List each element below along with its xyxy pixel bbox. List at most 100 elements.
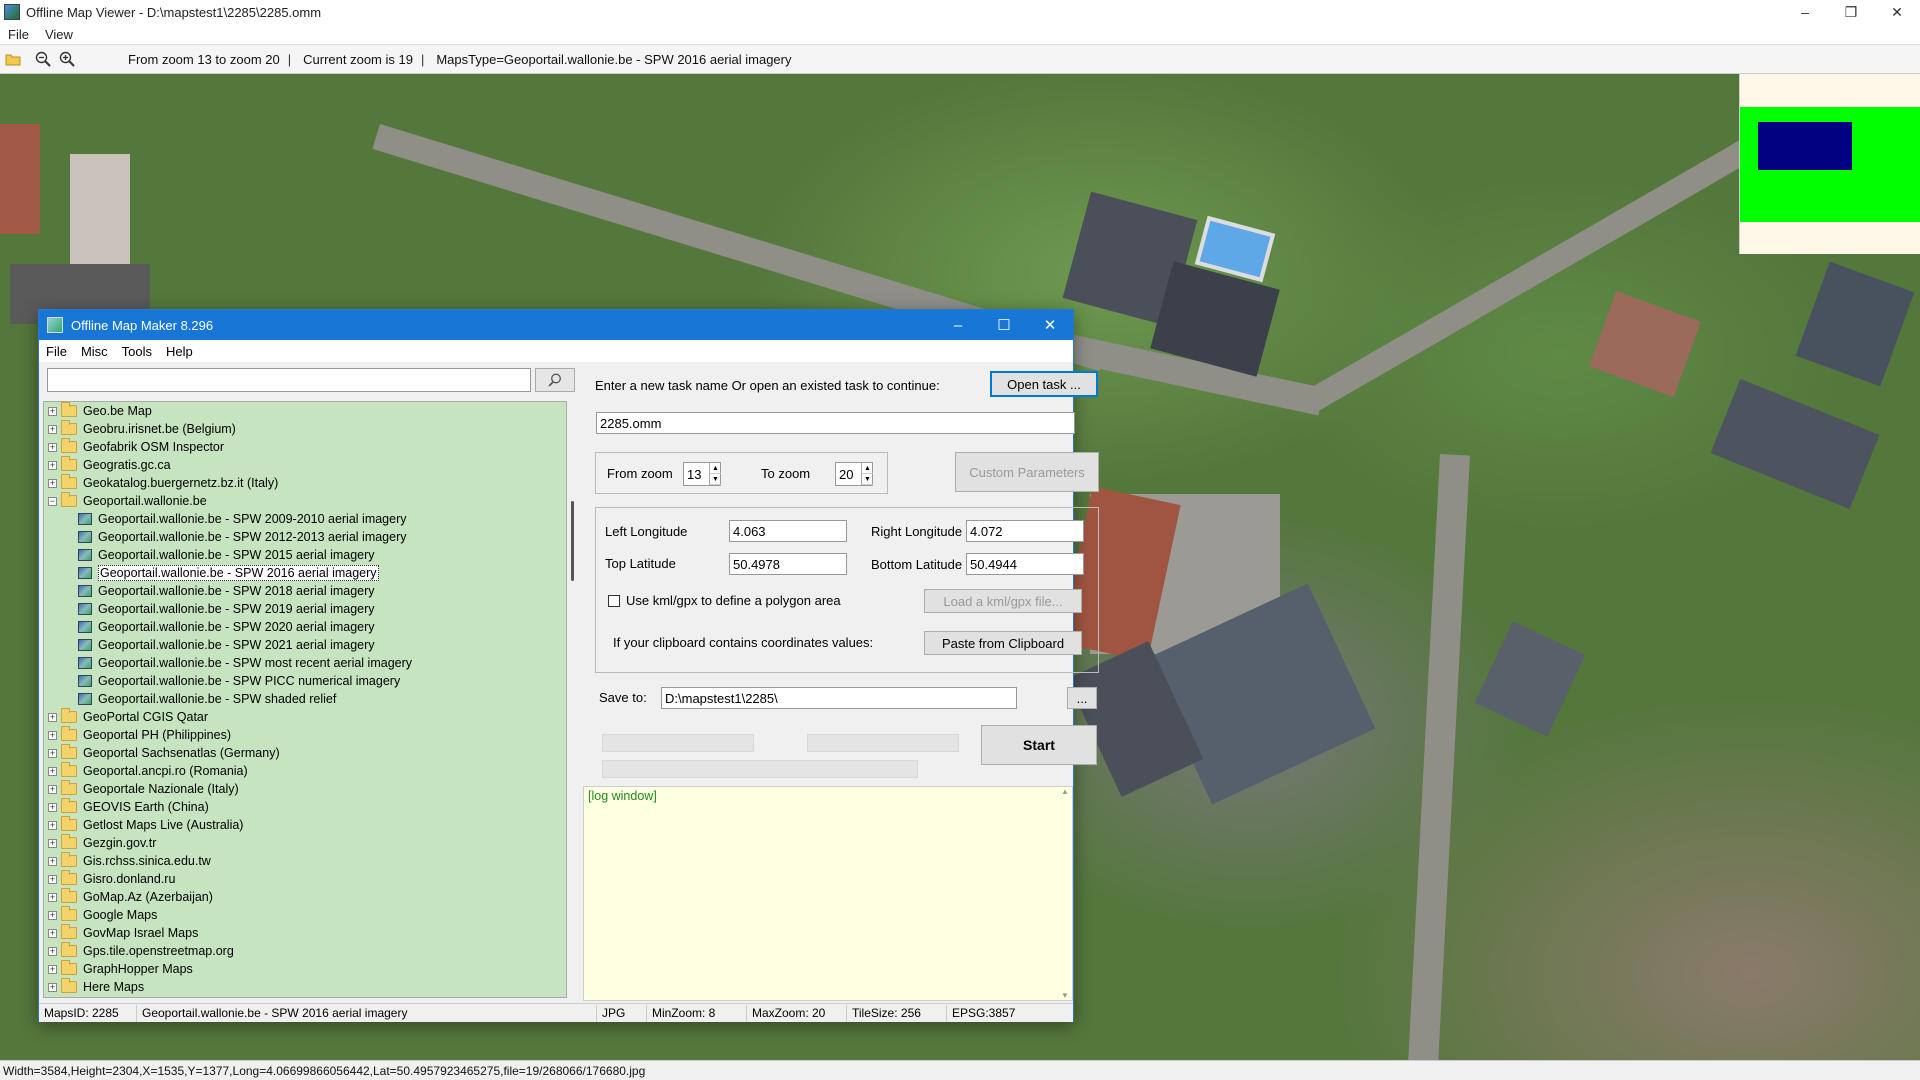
expand-icon[interactable]: + (48, 802, 57, 812)
load-kml-button[interactable]: Load a kml/gpx file... (924, 589, 1082, 613)
spin-down-icon[interactable]: ▼ (862, 474, 873, 485)
search-input[interactable] (47, 368, 531, 392)
tree-folder-item[interactable]: + Gis.rchss.sinica.edu.tw (44, 852, 566, 870)
log-scrollbar[interactable]: ▲ ▼ (1058, 787, 1072, 1000)
close-icon[interactable]: ✕ (1874, 0, 1920, 24)
tree-folder-item[interactable]: + Geo.be Map (44, 402, 566, 420)
task-name-field[interactable]: 2285.omm (596, 412, 1075, 434)
scroll-up-icon[interactable]: ▲ (1058, 787, 1072, 796)
menu-tools[interactable]: Tools (115, 344, 159, 359)
tree-map-item[interactable]: Geoportail.wallonie.be - SPW 2021 aerial… (44, 636, 566, 654)
tree-folder-item[interactable]: + Geoportal Sachsenatlas (Germany) (44, 744, 566, 762)
expand-icon[interactable]: + (48, 784, 57, 794)
tree-folder-item[interactable]: + Gisro.donland.ru (44, 870, 566, 888)
tree-scrollbar[interactable] (567, 401, 581, 998)
expand-icon[interactable]: + (48, 892, 57, 902)
menu-misc[interactable]: Misc (74, 344, 115, 359)
start-button[interactable]: Start (981, 725, 1097, 765)
scroll-down-icon[interactable]: ▼ (1058, 991, 1072, 1000)
tree-folder-item[interactable]: + Geoportale Nazionale (Italy) (44, 780, 566, 798)
restore-icon[interactable]: ❐ (1828, 0, 1874, 24)
open-task-button[interactable]: Open task ... (990, 371, 1098, 397)
map-source-tree[interactable]: + Geo.be Map + Geobru.irisnet.be (Belgium) +… (43, 401, 567, 998)
expand-icon[interactable]: + (48, 712, 57, 722)
tree-folder-item[interactable]: + Geokatalog.buergernetz.bz.it (Italy) (44, 474, 566, 492)
tree-map-item[interactable]: Geoportail.wallonie.be - SPW most recent… (44, 654, 566, 672)
tree-folder-item[interactable]: + GraphHopper Maps (44, 960, 566, 978)
expand-icon[interactable]: + (48, 946, 57, 956)
menu-help[interactable]: Help (159, 344, 200, 359)
spin-up-icon[interactable]: ▲ (862, 463, 873, 474)
expand-icon[interactable]: + (48, 460, 57, 470)
expand-icon[interactable]: + (48, 424, 57, 434)
menu-file[interactable]: File (39, 344, 74, 359)
collapse-icon[interactable]: − (48, 496, 57, 506)
tree-folder-item[interactable]: + GeoPortal CGIS Qatar (44, 708, 566, 726)
browse-button[interactable]: ... (1067, 687, 1097, 709)
tree-folder-item[interactable]: + Geoportal PH (Philippines) (44, 726, 566, 744)
bottom-latitude-field[interactable]: 50.4944 (966, 553, 1084, 575)
zoom-out-icon[interactable] (32, 48, 54, 70)
tree-folder-item[interactable]: + GoMap.Az (Azerbaijan) (44, 888, 566, 906)
expand-icon[interactable]: + (48, 856, 57, 866)
tree-folder-item[interactable]: + GEOVIS Earth (China) (44, 798, 566, 816)
zoom-in-icon[interactable] (56, 48, 78, 70)
tree-map-item[interactable]: Geoportail.wallonie.be - SPW 2012-2013 a… (44, 528, 566, 546)
tree-folder-item[interactable]: + Geoportal.ancpi.ro (Romania) (44, 762, 566, 780)
maximize-icon[interactable]: ☐ (981, 310, 1027, 340)
expand-icon[interactable]: + (48, 730, 57, 740)
spin-up-icon[interactable]: ▲ (710, 463, 721, 474)
tree-folder-item[interactable]: + GovMap Israel Maps (44, 924, 566, 942)
custom-parameters-button[interactable]: Custom Parameters (955, 452, 1099, 492)
minimize-icon[interactable]: – (935, 310, 981, 340)
expand-icon[interactable]: + (48, 820, 57, 830)
tree-folder-item[interactable]: + Geogratis.gc.ca (44, 456, 566, 474)
expand-icon[interactable]: + (48, 838, 57, 848)
expand-icon[interactable]: + (48, 478, 57, 488)
expand-icon[interactable]: + (48, 964, 57, 974)
close-icon[interactable]: ✕ (1027, 310, 1073, 340)
dialog-titlebar[interactable]: Offline Map Maker 8.296 – ☐ ✕ (39, 310, 1073, 340)
expand-icon[interactable]: + (48, 442, 57, 452)
expand-icon[interactable]: + (48, 406, 57, 416)
from-zoom-stepper[interactable]: ▲ ▼ (709, 463, 721, 485)
tree-map-item[interactable]: Geoportail.wallonie.be - SPW 2015 aerial… (44, 546, 566, 564)
tree-folder-item[interactable]: + Google Maps (44, 906, 566, 924)
kml-polygon-checkbox[interactable] (608, 595, 620, 607)
expand-icon[interactable]: + (48, 766, 57, 776)
tree-map-item[interactable]: Geoportail.wallonie.be - SPW 2020 aerial… (44, 618, 566, 636)
paste-clipboard-button[interactable]: Paste from Clipboard (924, 631, 1082, 655)
tree-folder-item[interactable]: + Here Maps (44, 978, 566, 996)
menu-view[interactable]: View (37, 27, 81, 42)
tree-folder-item[interactable]: + Geobru.irisnet.be (Belgium) (44, 420, 566, 438)
spin-down-icon[interactable]: ▼ (710, 474, 721, 485)
menu-file[interactable]: File (0, 27, 37, 42)
left-longitude-field[interactable]: 4.063 (729, 520, 847, 542)
tree-map-item[interactable]: Geoportail.wallonie.be - SPW 2019 aerial… (44, 600, 566, 618)
expand-icon[interactable]: + (48, 874, 57, 884)
top-latitude-field[interactable]: 50.4978 (729, 553, 847, 575)
tree-map-item[interactable]: Geoportail.wallonie.be - SPW 2009-2010 a… (44, 510, 566, 528)
to-zoom-stepper[interactable]: ▲ ▼ (861, 463, 873, 485)
expand-icon[interactable]: + (48, 982, 57, 992)
tree-map-item[interactable]: Geoportail.wallonie.be - SPW PICC numeri… (44, 672, 566, 690)
open-folder-icon[interactable] (2, 48, 24, 70)
scrollbar-thumb[interactable] (571, 501, 574, 581)
tree-folder-item[interactable]: + Gezgin.gov.tr (44, 834, 566, 852)
expand-icon[interactable]: + (48, 748, 57, 758)
search-button[interactable] (535, 368, 575, 392)
right-longitude-field[interactable]: 4.072 (966, 520, 1084, 542)
minimize-icon[interactable]: – (1782, 0, 1828, 24)
log-window[interactable]: [log window] ▲ ▼ (583, 786, 1073, 1001)
tree-folder-item[interactable]: + Gps.tile.openstreetmap.org (44, 942, 566, 960)
tree-folder-item[interactable]: + Geofabrik OSM Inspector (44, 438, 566, 456)
tree-map-item[interactable]: Geoportail.wallonie.be - SPW shaded reli… (44, 690, 566, 708)
tree-folder-item[interactable]: − Geoportail.wallonie.be (44, 492, 566, 510)
map-overview[interactable] (1739, 74, 1920, 254)
tree-map-item[interactable]: Geoportail.wallonie.be - SPW 2018 aerial… (44, 582, 566, 600)
expand-icon[interactable]: + (48, 910, 57, 920)
tree-map-item[interactable]: Geoportail.wallonie.be - SPW 2016 aerial… (44, 564, 566, 582)
tree-folder-item[interactable]: + Getlost Maps Live (Australia) (44, 816, 566, 834)
save-path-field[interactable]: D:\mapstest1\2285\ (661, 687, 1017, 709)
expand-icon[interactable]: + (48, 928, 57, 938)
